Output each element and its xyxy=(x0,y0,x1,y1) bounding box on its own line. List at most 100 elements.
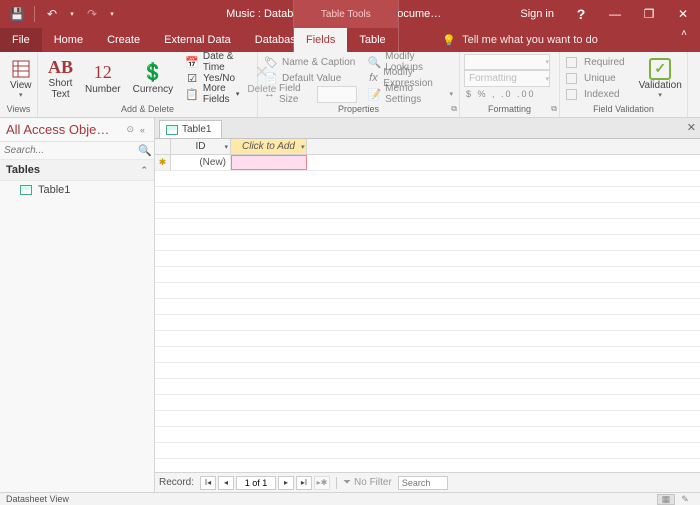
column-header-id[interactable]: ID▾ xyxy=(171,139,231,154)
cell-add-new[interactable] xyxy=(231,155,307,170)
undo-dropdown-icon[interactable]: ▾ xyxy=(67,3,77,25)
tab-file[interactable]: File xyxy=(0,28,42,52)
datasheet-view-icon xyxy=(12,58,30,80)
prev-record-button[interactable]: ◂ xyxy=(218,476,234,490)
validation-icon: ✓ xyxy=(649,58,671,80)
formatting-group-label: Formatting⧉ xyxy=(460,104,559,117)
next-record-button[interactable]: ▸ xyxy=(278,476,294,490)
design-view-button[interactable]: ✎ xyxy=(676,494,694,505)
datasheet-view-button[interactable]: ▦ xyxy=(657,494,675,505)
tag-icon: 🏷 xyxy=(264,56,278,69)
fx-icon: fx xyxy=(367,72,379,84)
format-select[interactable]: Formatting▾ xyxy=(464,70,550,86)
tell-me-label: Tell me what you want to do xyxy=(462,34,598,46)
navigation-pane: All Access Obje… ⊙ « 🔍 Tables ⌃ Table1 xyxy=(0,118,155,492)
doc-tab-table1[interactable]: Table1 xyxy=(159,120,222,138)
memo-icon: 📝 xyxy=(367,88,381,101)
redo-icon[interactable]: ↷ xyxy=(81,3,103,25)
bulb-icon: 💡 xyxy=(442,34,456,47)
column-dropdown-icon[interactable]: ▾ xyxy=(224,143,228,151)
document-tabs: Table1 ✕ xyxy=(155,118,700,138)
qat-customize-icon[interactable]: ▾ xyxy=(107,3,117,25)
last-record-button[interactable]: ▸I xyxy=(296,476,312,490)
sign-in-button[interactable]: Sign in xyxy=(510,0,564,28)
lookup-icon: 🔍 xyxy=(367,56,381,69)
nav-group-tables[interactable]: Tables ⌃ xyxy=(0,159,154,181)
unique-checkbox[interactable]: Unique xyxy=(564,70,627,86)
tab-table[interactable]: Table xyxy=(347,28,397,52)
nav-collapse-icon[interactable]: « xyxy=(137,125,148,135)
properties-group-label: Properties⧉ xyxy=(258,104,459,117)
filter-icon: ⏷ xyxy=(343,477,351,488)
size-icon: ↔ xyxy=(264,88,275,100)
ribbon-tab-strip: File Home Create External Data Database … xyxy=(0,28,700,52)
date-time-button[interactable]: 📅Date & Time xyxy=(183,54,241,70)
restore-button[interactable]: ❐ xyxy=(632,0,666,28)
search-icon[interactable]: 🔍 xyxy=(138,144,152,157)
record-search-input[interactable] xyxy=(398,476,448,490)
name-caption-button[interactable]: 🏷Name & Caption xyxy=(262,54,359,70)
tab-home[interactable]: Home xyxy=(42,28,95,52)
minimize-button[interactable]: — xyxy=(598,0,632,28)
table-icon xyxy=(166,125,178,135)
validation-button[interactable]: ✓ Validation ▾ xyxy=(633,54,688,102)
table-icon xyxy=(20,185,32,195)
close-button[interactable]: ✕ xyxy=(666,0,700,28)
nav-search-input[interactable] xyxy=(4,145,138,156)
column-dropdown-icon[interactable]: ▾ xyxy=(300,143,304,151)
indexed-checkbox[interactable]: Indexed xyxy=(564,86,627,102)
number-format-buttons[interactable]: $ % , .0 .00 xyxy=(464,87,555,102)
calendar-icon: 📅 xyxy=(185,56,199,69)
ribbon-collapse-icon[interactable]: ˄ xyxy=(674,28,694,39)
currency-button[interactable]: 💲 Currency xyxy=(127,54,180,102)
short-text-button[interactable]: AB Short Text xyxy=(42,54,79,102)
quick-access-toolbar: 💾 ↶ ▾ ↷ ▾ xyxy=(0,3,117,25)
more-fields-button[interactable]: 📋More Fields▾ xyxy=(183,86,241,102)
required-checkbox[interactable]: Required xyxy=(564,54,627,70)
table-row: ✱ (New) xyxy=(155,155,700,171)
add-delete-group-label: Add & Delete xyxy=(38,104,257,117)
close-tab-icon[interactable]: ✕ xyxy=(687,121,696,134)
default-value-button[interactable]: 📄Default Value xyxy=(262,70,359,86)
more-fields-icon: 📋 xyxy=(185,88,199,101)
record-position-input[interactable] xyxy=(236,476,276,490)
tab-fields[interactable]: Fields xyxy=(294,28,347,52)
tab-create[interactable]: Create xyxy=(95,28,152,52)
nav-dropdown-icon[interactable]: ⊙ xyxy=(123,124,137,135)
tab-external-data[interactable]: External Data xyxy=(152,28,243,52)
undo-icon[interactable]: ↶ xyxy=(41,3,63,25)
row-selector-new[interactable]: ✱ xyxy=(155,155,171,170)
properties-launcher-icon[interactable]: ⧉ xyxy=(451,104,457,114)
field-size-row: ↔Field Size xyxy=(262,86,359,102)
nav-item-table1[interactable]: Table1 xyxy=(0,181,154,199)
status-view-label: Datasheet View xyxy=(6,494,656,504)
memo-settings-button[interactable]: 📝Memo Settings▾ xyxy=(365,86,455,102)
nav-title[interactable]: All Access Obje… xyxy=(6,122,123,137)
view-button[interactable]: View ▾ xyxy=(4,54,38,102)
data-type-select[interactable]: ▾ xyxy=(464,54,550,70)
filter-indicator[interactable]: ⏷No Filter xyxy=(343,477,392,488)
field-size-input[interactable] xyxy=(317,86,357,103)
cell-id-new[interactable]: (New) xyxy=(171,155,231,170)
save-icon[interactable]: 💾 xyxy=(6,3,28,25)
number-button[interactable]: 12 Number xyxy=(79,54,127,102)
currency-icon: 💲 xyxy=(142,62,164,84)
value-icon: 📄 xyxy=(264,72,278,85)
ribbon: View ▾ Views AB Short Text 12 Number 💲 C… xyxy=(0,52,700,118)
tell-me-search[interactable]: 💡 Tell me what you want to do xyxy=(442,28,597,52)
contextual-tab-group: Table Tools Fields Table xyxy=(293,0,399,52)
body: All Access Obje… ⊙ « 🔍 Tables ⌃ Table1 T… xyxy=(0,118,700,492)
contextual-label: Table Tools xyxy=(294,0,398,28)
select-all-cell[interactable] xyxy=(155,139,171,154)
column-header-add[interactable]: Click to Add▾ xyxy=(231,139,307,154)
status-bar: Datasheet View ▦ ✎ xyxy=(0,492,700,505)
collapse-group-icon[interactable]: ⌃ xyxy=(140,165,148,176)
formatting-launcher-icon[interactable]: ⧉ xyxy=(551,104,557,114)
help-icon[interactable]: ? xyxy=(564,0,598,28)
first-record-button[interactable]: I◂ xyxy=(200,476,216,490)
checkbox-icon: ☑ xyxy=(185,72,199,85)
new-record-button[interactable]: ▸✱ xyxy=(314,476,330,490)
field-validation-group-label: Field Validation xyxy=(560,104,687,117)
views-group-label: Views xyxy=(0,104,37,117)
datasheet-grid: ID▾ Click to Add▾ ✱ (New) xyxy=(155,138,700,472)
